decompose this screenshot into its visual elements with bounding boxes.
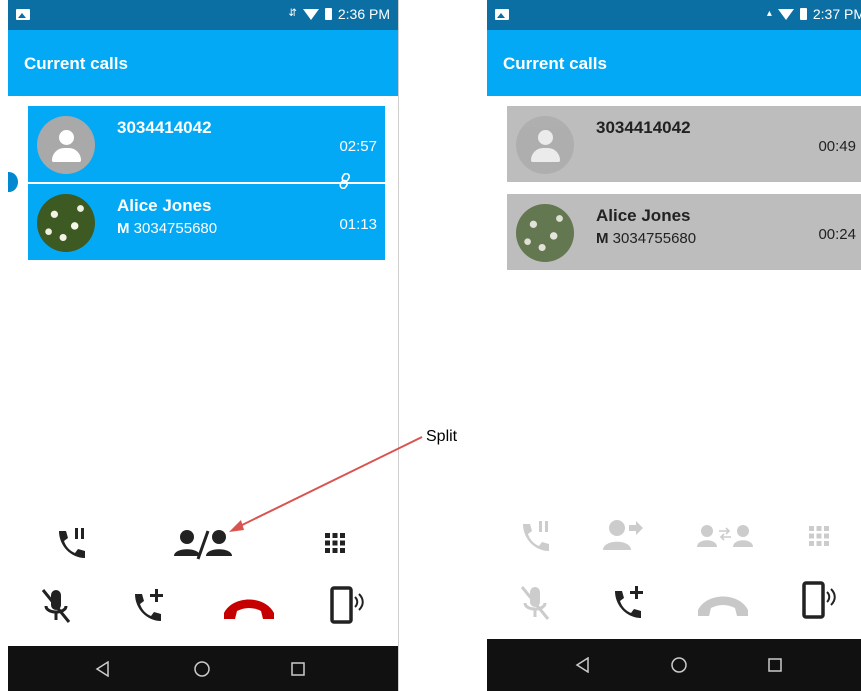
annotation-arrow (229, 436, 423, 532)
